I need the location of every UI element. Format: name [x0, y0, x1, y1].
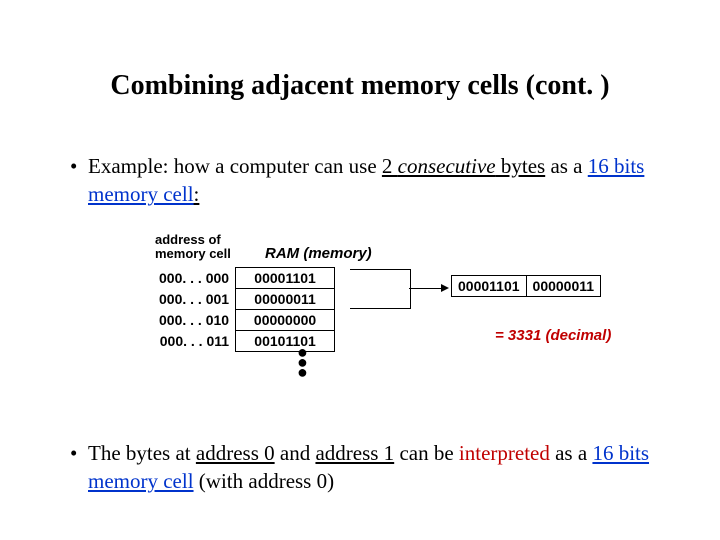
addr-cell: 000. . . 010	[155, 309, 236, 330]
text: can be	[394, 441, 459, 465]
addr1: address 1	[315, 441, 394, 465]
bracket-icon	[350, 269, 411, 309]
addr-cell: 000. . . 001	[155, 288, 236, 309]
table-row: 000. . . 010 00000000	[155, 309, 335, 330]
t: bytes	[496, 154, 546, 178]
t: address of	[155, 232, 221, 247]
arrow-head-icon	[441, 284, 449, 292]
text: (with address 0)	[194, 469, 335, 493]
value-cell: 00000000	[236, 309, 335, 330]
value-cell: 00101101	[236, 330, 335, 351]
ellipsis-icon: ●●●	[297, 347, 308, 377]
address-header: address of memory cell	[155, 233, 231, 262]
bullet-dot: •	[70, 439, 88, 496]
combined-byte-left: 00001101	[451, 275, 527, 297]
combined-byte-right: 00000011	[527, 275, 602, 297]
text: as a	[545, 154, 588, 178]
arrow-line-icon	[409, 288, 443, 289]
text: The bytes at	[88, 441, 196, 465]
t: memory cell	[155, 246, 231, 261]
text: and	[275, 441, 316, 465]
bullet-dot: •	[70, 152, 88, 209]
addr0: address 0	[196, 441, 275, 465]
bullet-1: • Example: how a computer can use 2 cons…	[70, 152, 650, 209]
value-cell: 00000011	[236, 288, 335, 309]
text: Example: how a computer can use	[88, 154, 382, 178]
memory-table: 000. . . 000 00001101 000. . . 001 00000…	[155, 267, 335, 352]
decimal-result: = 3331 (decimal)	[495, 327, 611, 344]
table-row: 000. . . 000 00001101	[155, 267, 335, 288]
addr-cell: 000. . . 000	[155, 267, 236, 288]
table-row: 000. . . 001 00000011	[155, 288, 335, 309]
value-cell: 00001101	[236, 267, 335, 288]
combined-value: 00001101 00000011	[451, 275, 601, 297]
bullet-2: • The bytes at address 0 and address 1 c…	[70, 439, 650, 496]
slide-title: Combining adjacent memory cells (cont. )	[70, 70, 650, 102]
t: 2	[382, 154, 398, 178]
t: consecutive	[398, 154, 496, 178]
text: :	[194, 182, 200, 206]
text: as a	[550, 441, 593, 465]
ram-label: RAM (memory)	[265, 245, 372, 262]
link-bytes: 2 consecutive bytes	[382, 154, 545, 178]
interpreted: interpreted	[459, 441, 550, 465]
addr-cell: 000. . . 011	[155, 330, 236, 351]
memory-diagram: address of memory cell RAM (memory) 000.…	[155, 219, 650, 409]
